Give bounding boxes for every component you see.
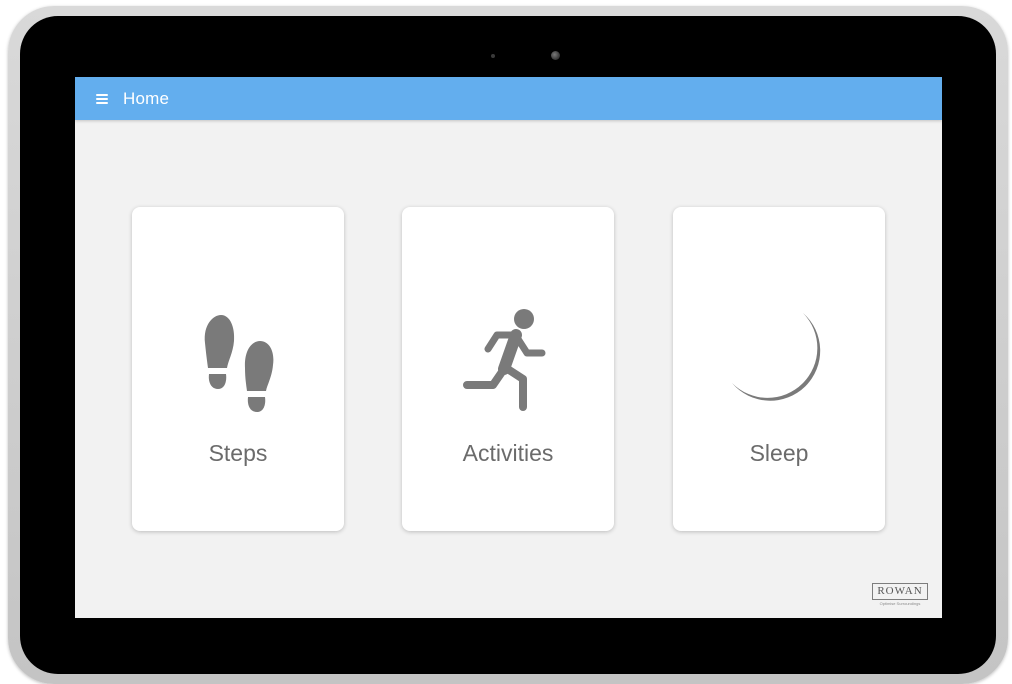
app-screen: Home Steps Activities Sleep ROWAN Optimi… [75, 77, 942, 618]
page-title: Home [123, 88, 170, 108]
sensor-icon [491, 54, 495, 58]
steps-card[interactable]: Steps [132, 207, 344, 531]
app-bar: Home [75, 77, 942, 120]
steps-label: Steps [208, 440, 268, 466]
activities-label: Activities [462, 440, 554, 466]
brand-tagline: Optimise Surroundings [879, 601, 921, 606]
sleep-label: Sleep [749, 440, 809, 466]
crescent-moon-icon [732, 313, 821, 401]
brand-logo: ROWAN [872, 583, 928, 600]
activities-card[interactable]: Activities [402, 207, 614, 531]
sleep-card[interactable]: Sleep [673, 207, 885, 531]
running-person-icon [463, 309, 546, 411]
hamburger-menu-icon[interactable] [96, 93, 108, 104]
front-camera-icon [551, 51, 560, 60]
footprints-icon [204, 315, 274, 412]
